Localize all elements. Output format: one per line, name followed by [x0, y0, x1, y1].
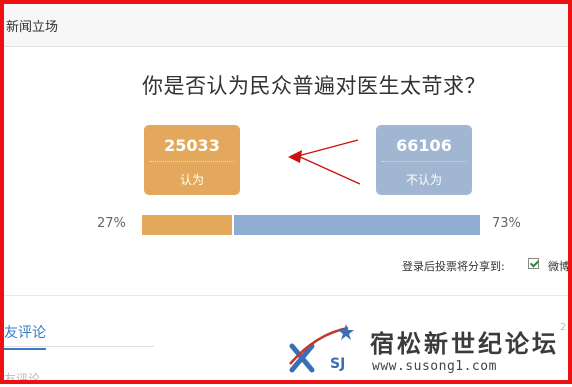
section-divider [4, 295, 568, 296]
watermark-trailing-mark: 2 [560, 322, 567, 333]
watermark-logo-letters: SJ [330, 356, 345, 372]
no-percent: 73% [492, 216, 521, 231]
weibo-share-label: 微博 [548, 260, 570, 273]
weibo-share-checkbox[interactable] [528, 258, 539, 269]
result-bar-yes [142, 215, 232, 235]
vote-no-button[interactable]: 66106 不认为 [376, 125, 472, 195]
vote-yes-count: 25033 [164, 136, 220, 155]
header-title: 新闻立场 [6, 20, 59, 35]
faded-comment-label: 友评论 [4, 372, 41, 386]
share-prompt: 登录后投票将分享到: [402, 260, 505, 273]
poll-question: 你是否认为民众普遍对医生太苛求？ [142, 74, 486, 98]
vote-no-count: 66106 [396, 136, 452, 155]
annotation-arrow-icon [288, 139, 361, 185]
vote-yes-separator [150, 161, 234, 162]
comments-divider [4, 346, 154, 347]
result-bar [142, 215, 480, 235]
watermark-url: www.susong1.com [372, 359, 497, 374]
watermark-title: 宿松新世纪论坛 [370, 330, 559, 358]
vote-no-separator [382, 161, 466, 162]
watermark-logo-icon: SJ [289, 324, 354, 373]
result-bar-no [234, 215, 480, 235]
page-header: 新闻立场 [4, 4, 568, 47]
vote-yes-label: 认为 [179, 173, 204, 187]
vote-no-label: 不认为 [405, 173, 442, 187]
vote-yes-button[interactable]: 25033 认为 [144, 125, 240, 195]
yes-percent: 27% [97, 216, 126, 231]
